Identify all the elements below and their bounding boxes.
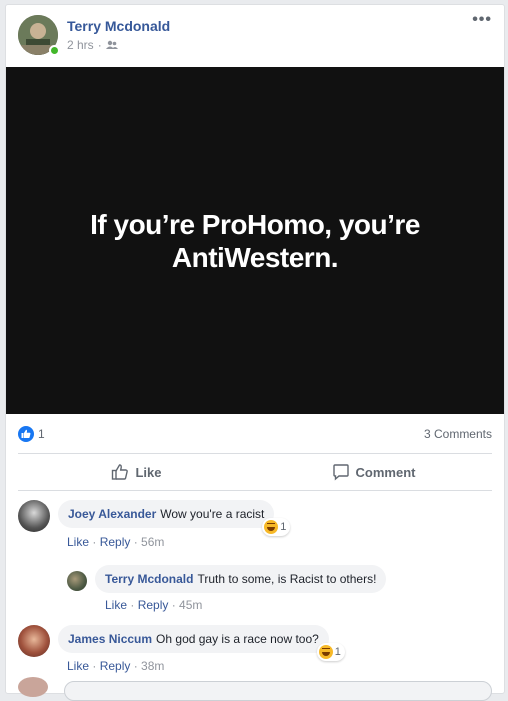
commenter-name[interactable]: Terry Mcdonald	[105, 572, 193, 586]
like-count: 1	[38, 427, 45, 441]
post-card: Terry Mcdonald 2 hrs · ••• If you’re Pro…	[5, 4, 505, 701]
current-user-avatar	[18, 677, 48, 697]
comment-item: Joey Alexander Wow you're a racist 1	[18, 500, 291, 536]
thumbs-up-icon	[18, 426, 34, 442]
reaction-count: 1	[280, 521, 287, 533]
commenter-avatar[interactable]	[67, 571, 87, 591]
comments-count-link[interactable]: 3 Comments	[424, 427, 492, 441]
commenter-name[interactable]: Joey Alexander	[68, 507, 156, 521]
post-stats: 1 3 Comments	[18, 423, 492, 445]
comment-button-label: Comment	[355, 464, 416, 480]
comment-bubble-icon	[332, 464, 349, 481]
comment-like-link[interactable]: Like	[105, 598, 127, 612]
post-author-name[interactable]: Terry Mcdonald	[67, 18, 170, 34]
comment-time[interactable]: 56m	[141, 535, 164, 549]
commenter-avatar[interactable]	[18, 625, 50, 657]
commenter-avatar[interactable]	[18, 500, 50, 532]
reply-item: Terry Mcdonald Truth to some, is Racist t…	[67, 565, 387, 593]
post-image[interactable]: If you’re ProHomo, you’re AntiWestern.	[6, 67, 504, 414]
comment-bubble: Joey Alexander Wow you're a racist 1	[58, 500, 291, 536]
comment-reaction[interactable]: 1	[262, 518, 291, 536]
post-timestamp[interactable]: 2 hrs	[67, 38, 94, 52]
comment-time[interactable]: 38m	[141, 659, 164, 673]
comment-text: Oh god gay is a race now too?	[156, 632, 319, 646]
like-button-label: Like	[135, 464, 162, 480]
comment-bubble: James Niccum Oh god gay is a race now too…	[58, 625, 345, 661]
more-options-icon[interactable]: •••	[472, 12, 492, 28]
comment-button[interactable]: Comment	[255, 454, 492, 490]
commenter-name[interactable]: James Niccum	[68, 632, 152, 646]
post-image-text: If you’re ProHomo, you’re AntiWestern.	[90, 208, 420, 273]
comment-actions: Like · Reply · 56m	[67, 535, 165, 549]
online-status-dot	[49, 45, 60, 56]
like-summary[interactable]: 1	[18, 426, 45, 442]
comment-reaction[interactable]: 1	[316, 643, 345, 661]
meta-separator: ·	[97, 38, 102, 52]
reaction-count: 1	[334, 646, 341, 658]
comment-time[interactable]: 45m	[179, 598, 202, 612]
post-actions: Like Comment	[18, 453, 492, 491]
comment-like-link[interactable]: Like	[67, 659, 89, 673]
friends-icon[interactable]	[105, 40, 118, 50]
comment-reply-link[interactable]: Reply	[100, 659, 131, 673]
comment-like-link[interactable]: Like	[67, 535, 89, 549]
thumbs-up-outline-icon	[112, 464, 129, 480]
like-button[interactable]: Like	[18, 454, 255, 490]
haha-emoji-icon	[318, 645, 333, 659]
comment-input[interactable]	[64, 681, 492, 701]
comment-reply-link[interactable]: Reply	[138, 598, 169, 612]
post-meta: 2 hrs ·	[67, 38, 118, 52]
comment-bubble: Terry Mcdonald Truth to some, is Racist t…	[95, 565, 387, 593]
comment-actions: Like · Reply · 38m	[67, 659, 165, 673]
post-header: Terry Mcdonald 2 hrs · •••	[6, 5, 504, 67]
comment-reply-link[interactable]: Reply	[100, 535, 131, 549]
comment-text: Truth to some, is Racist to others!	[197, 572, 377, 586]
haha-emoji-icon	[264, 520, 279, 534]
comment-text: Wow you're a racist	[160, 507, 265, 521]
comment-item: James Niccum Oh god gay is a race now too…	[18, 625, 345, 661]
comment-actions: Like · Reply · 45m	[105, 598, 203, 612]
